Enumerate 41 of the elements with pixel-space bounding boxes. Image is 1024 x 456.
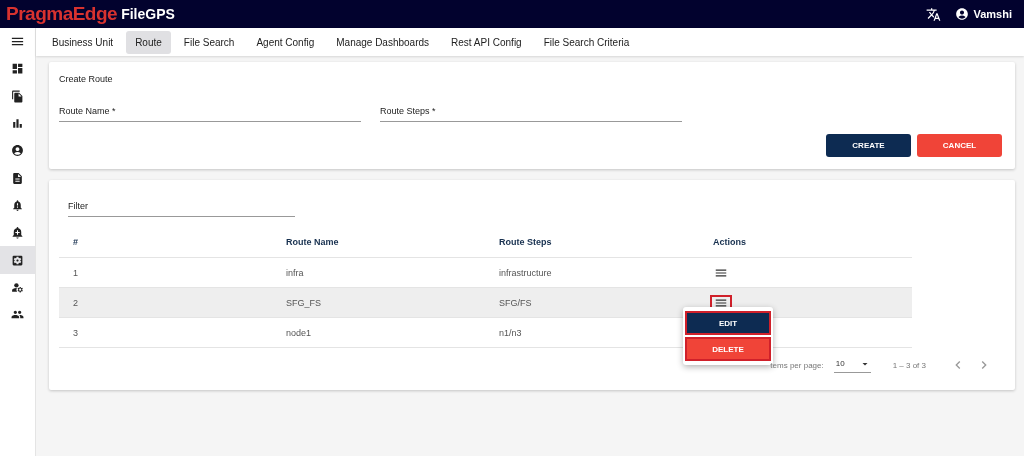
document-icon bbox=[11, 171, 24, 185]
tab[interactable]: Business Unit bbox=[43, 30, 123, 54]
table-cell-text: 1 bbox=[72, 267, 79, 278]
bell-plus-icon bbox=[11, 226, 24, 240]
user-settings-icon bbox=[11, 280, 24, 294]
tab[interactable]: Manage Dashboards bbox=[327, 30, 439, 54]
table-cell-text: infrastructure bbox=[498, 267, 553, 278]
table-cell-text: SFG_FS bbox=[285, 297, 322, 308]
column-header: # bbox=[72, 237, 79, 247]
cancel-button[interactable]: CANCEL bbox=[917, 134, 1002, 157]
edit-menu-item[interactable]: EDIT bbox=[685, 311, 771, 335]
tab[interactable]: File Search Criteria bbox=[534, 30, 639, 54]
table-cell-text: 2 bbox=[72, 297, 79, 308]
dashboard-icon bbox=[11, 62, 24, 76]
tab[interactable]: Agent Config bbox=[247, 30, 324, 54]
sidebar-item[interactable] bbox=[0, 246, 35, 274]
page-size-select[interactable]: 10 bbox=[833, 357, 871, 373]
card-title: Create Route bbox=[59, 74, 114, 84]
account-icon[interactable] bbox=[955, 7, 970, 21]
user-name[interactable]: Vamshi bbox=[973, 8, 1012, 20]
table-cell-text: infra bbox=[285, 267, 305, 278]
tab[interactable]: Rest API Config bbox=[442, 30, 531, 54]
product-name: FileGPS bbox=[121, 6, 175, 22]
settings-icon bbox=[11, 253, 24, 267]
create-button[interactable]: CREATE bbox=[826, 134, 911, 157]
column-header: Route Name bbox=[285, 237, 340, 247]
tab[interactable]: Route bbox=[126, 30, 171, 54]
table-cell-text: 3 bbox=[72, 327, 79, 338]
column-header: Actions bbox=[712, 237, 747, 247]
column-header: Route Steps bbox=[498, 237, 553, 247]
table-cell-text: node1 bbox=[285, 327, 313, 338]
delete-menu-item[interactable]: DELETE bbox=[685, 337, 771, 361]
account-icon bbox=[11, 144, 24, 158]
bar-chart-icon bbox=[11, 117, 24, 131]
table-cell-text: SFG/FS bbox=[498, 297, 533, 308]
bell-icon bbox=[11, 198, 24, 212]
files-icon bbox=[11, 89, 24, 103]
brand-logo: PragmaEdge bbox=[6, 3, 118, 25]
table-cell-text: n1/n3 bbox=[498, 327, 523, 338]
tab[interactable]: File Search bbox=[174, 30, 244, 54]
translate-icon[interactable] bbox=[926, 6, 942, 22]
